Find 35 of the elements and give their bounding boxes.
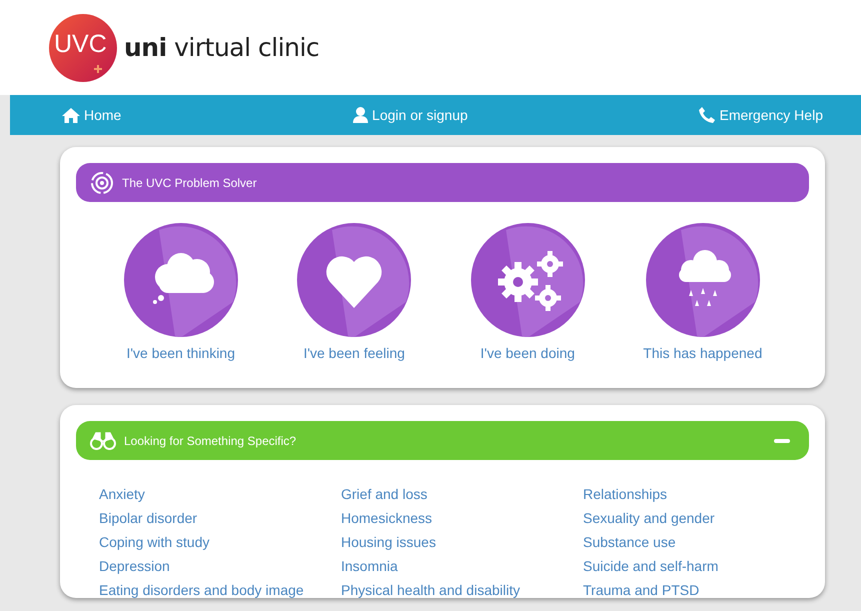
topic-link[interactable]: Coping with study — [99, 534, 341, 550]
topic-link[interactable]: Substance use — [583, 534, 825, 550]
phone-icon — [699, 107, 716, 123]
rain-cloud-icon — [644, 222, 761, 338]
thought-cloud-icon — [122, 222, 239, 338]
topic-link[interactable]: Suicide and self-harm — [583, 558, 825, 574]
section-title: The UVC Problem Solver — [122, 176, 257, 190]
nav-link[interactable]: Home — [60, 105, 124, 125]
topic-link[interactable]: Eating disorders and body image — [99, 582, 341, 598]
target-icon — [90, 170, 114, 194]
nav-link[interactable]: Login or signup — [351, 105, 470, 125]
problem-option[interactable]: I've been doing — [470, 222, 586, 361]
home-icon — [62, 108, 80, 122]
topic-link[interactable]: Grief and loss — [341, 486, 583, 502]
topic-link[interactable]: Physical health and disability — [341, 582, 583, 598]
topic-link[interactable]: Anxiety — [99, 486, 341, 502]
problem-option[interactable]: I've been thinking — [122, 222, 239, 361]
topic-link[interactable]: Depression — [99, 558, 341, 574]
section-title: Looking for Something Specific? — [124, 434, 296, 448]
topic-link[interactable]: Homesickness — [341, 510, 583, 526]
logo-badge — [48, 12, 118, 82]
problem-option[interactable]: I've been feeling — [296, 222, 412, 361]
nav-link[interactable]: Emergency Help — [697, 105, 825, 125]
topic-link[interactable]: Insomnia — [341, 558, 583, 574]
user-icon — [353, 107, 368, 123]
topic-link[interactable]: Bipolar disorder — [99, 510, 341, 526]
brand-name: uni virtual clinic — [124, 33, 320, 62]
logo-text: UVC — [54, 30, 107, 59]
topic-link[interactable]: Sexuality and gender — [583, 510, 825, 526]
topic-link[interactable]: Housing issues — [341, 534, 583, 550]
topic-link[interactable]: Trauma and PTSD — [583, 582, 825, 598]
binoculars-icon — [90, 432, 116, 450]
topic-link[interactable]: Relationships — [583, 486, 825, 502]
problem-option[interactable]: This has happened — [643, 222, 762, 361]
gears-icon — [470, 222, 586, 338]
